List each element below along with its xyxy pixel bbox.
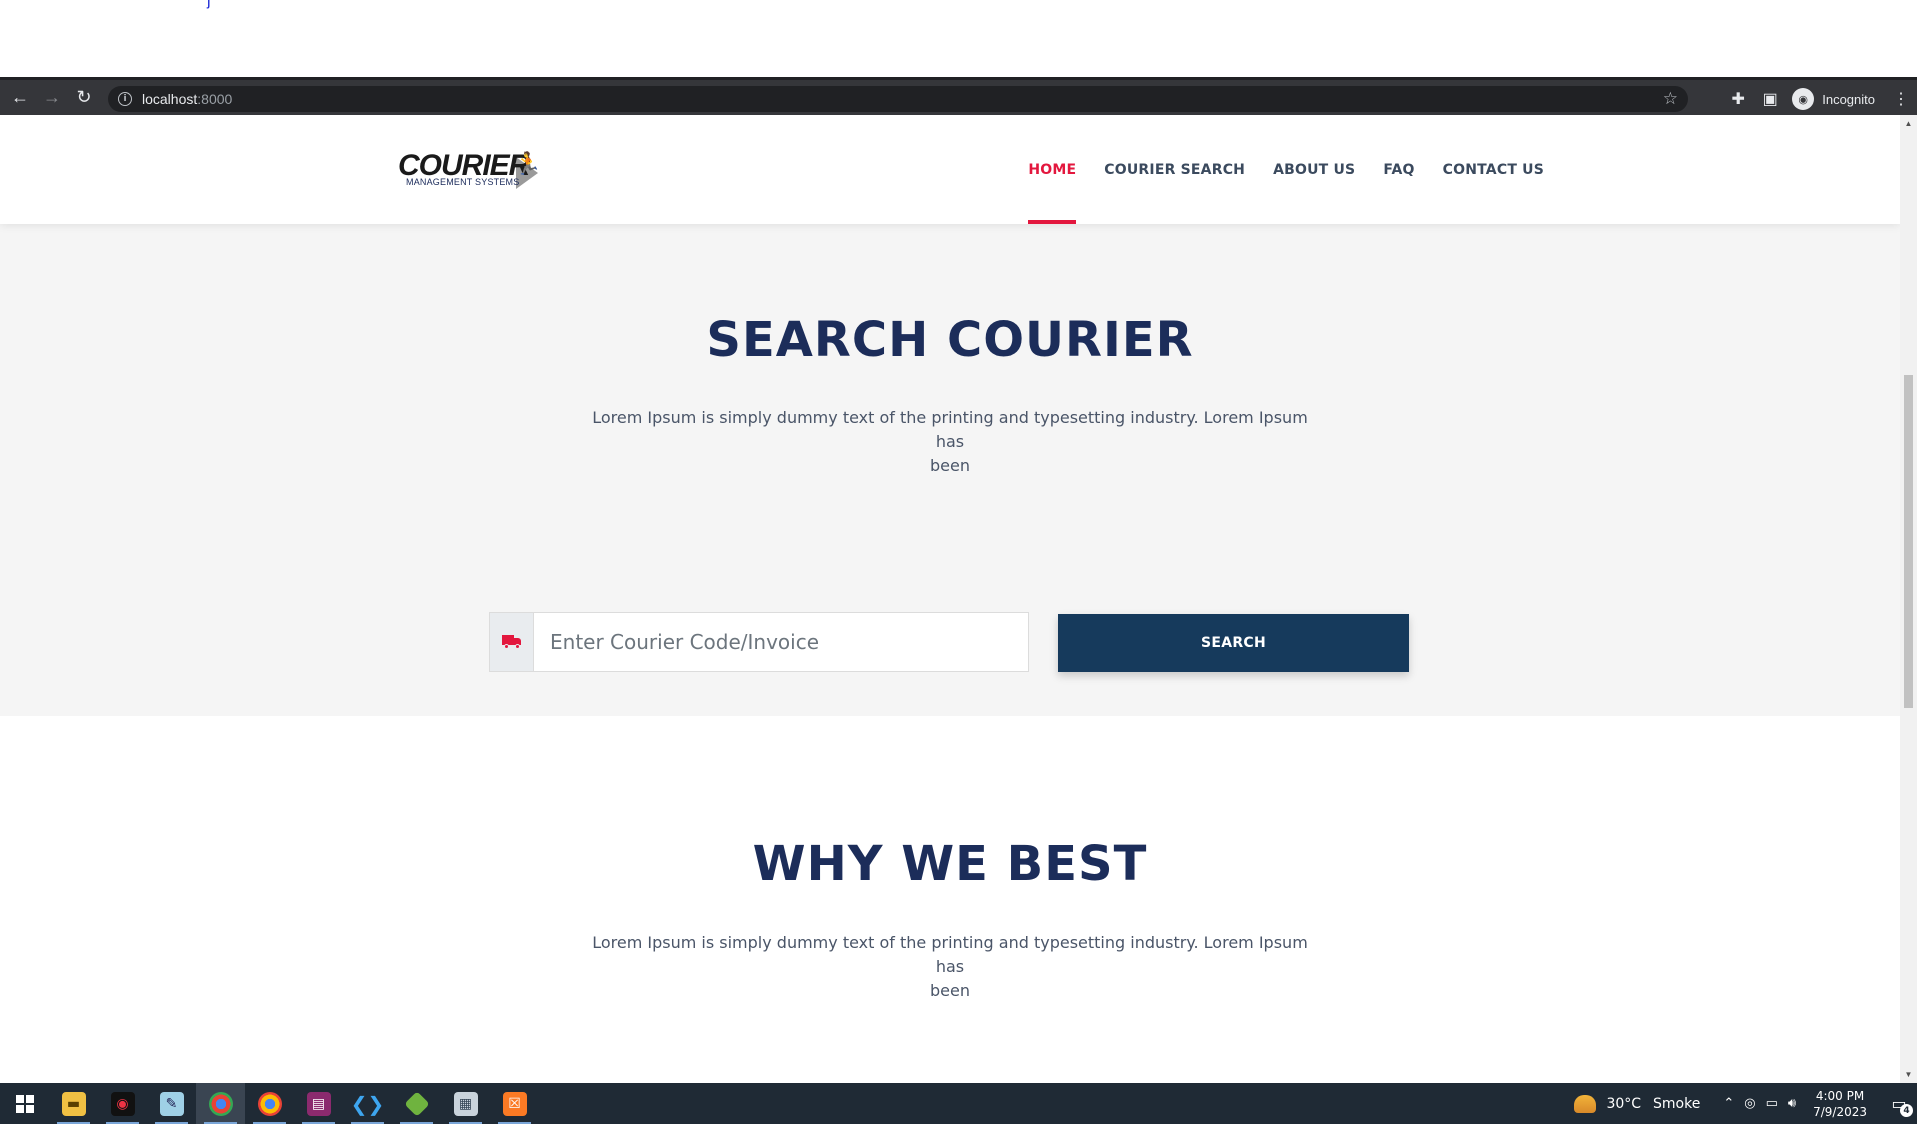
windows-taskbar: ▬ ◉ ✎ ▤ ❮❯ ▦ ☒ 30°C Smoke ⌃ ◎ ▭ 🔊︎ 4:00 … xyxy=(0,1083,1917,1124)
url-port: :8000 xyxy=(197,91,233,107)
weather-widget[interactable]: 30°C Smoke xyxy=(1574,1094,1701,1113)
reload-icon[interactable]: ↻ xyxy=(68,82,100,114)
media-app-icon[interactable]: ◉ xyxy=(98,1083,147,1124)
search-section-title: SEARCH COURIER xyxy=(706,312,1194,368)
file-explorer-icon[interactable]: ▬ xyxy=(49,1083,98,1124)
why-we-best-section: WHY WE BEST Lorem Ipsum is simply dummy … xyxy=(0,716,1900,1083)
address-bar[interactable]: i localhost :8000 ☆ xyxy=(108,86,1688,112)
logo-runner-icon: 🏃 xyxy=(514,151,542,176)
courier-code-input[interactable] xyxy=(534,613,1028,671)
search-button[interactable]: SEARCH xyxy=(1058,614,1409,672)
why-text-line2: been xyxy=(930,981,970,1000)
side-panel-icon[interactable]: ▣ xyxy=(1754,83,1786,115)
weather-temp: 30°C xyxy=(1606,1095,1642,1112)
truck-icon xyxy=(490,613,534,671)
forward-icon[interactable]: → xyxy=(36,82,68,114)
git-icon[interactable] xyxy=(392,1083,441,1124)
incognito-profile[interactable]: ◉ Incognito xyxy=(1792,88,1875,110)
search-text-line1: Lorem Ipsum is simply dummy text of the … xyxy=(592,408,1308,451)
page-viewport: COURIER 🏃 MANAGEMENT SYSTEMS HOME COURIE… xyxy=(0,115,1900,1083)
nav-faq[interactable]: FAQ xyxy=(1383,115,1414,224)
scroll-down-icon[interactable]: ▼ xyxy=(1900,1066,1917,1083)
nav-about-us[interactable]: ABOUT US xyxy=(1273,115,1355,224)
browser-actions: ✚ ▣ ◉ Incognito ⋮ xyxy=(1722,80,1917,118)
meet-icon[interactable]: ◎ xyxy=(1744,1096,1755,1111)
incognito-icon: ◉ xyxy=(1792,88,1815,110)
desktop-top-area: ȷ xyxy=(0,0,1917,77)
url-host: localhost xyxy=(142,91,198,107)
start-icon[interactable] xyxy=(0,1083,49,1124)
search-section-text: Lorem Ipsum is simply dummy text of the … xyxy=(590,406,1310,478)
chevron-up-icon[interactable]: ⌃ xyxy=(1723,1096,1734,1111)
clock[interactable]: 4:00 PM 7/9/2023 xyxy=(1813,1088,1867,1120)
winrar-icon[interactable]: ▤ xyxy=(294,1083,343,1124)
back-icon[interactable]: ← xyxy=(4,82,36,114)
why-text-line1: Lorem Ipsum is simply dummy text of the … xyxy=(592,933,1308,976)
network-icon[interactable]: ▭ xyxy=(1766,1096,1778,1111)
profile-label: Incognito xyxy=(1822,91,1875,107)
weather-icon xyxy=(1574,1094,1597,1113)
main-nav: HOME COURIER SEARCH ABOUT US FAQ CONTACT… xyxy=(1000,115,1544,224)
nav-contact-us[interactable]: CONTACT US xyxy=(1443,115,1544,224)
stray-glyph: ȷ xyxy=(207,0,211,9)
clock-date: 7/9/2023 xyxy=(1813,1104,1867,1119)
menu-icon[interactable]: ⋮ xyxy=(1885,83,1917,115)
extensions-icon[interactable]: ✚ xyxy=(1722,83,1754,115)
site-header: COURIER 🏃 MANAGEMENT SYSTEMS HOME COURIE… xyxy=(0,115,1900,224)
weather-desc: Smoke xyxy=(1653,1095,1701,1112)
chrome-incognito-icon[interactable] xyxy=(245,1083,294,1124)
why-section-title: WHY WE BEST xyxy=(752,836,1148,892)
notepad-icon[interactable]: ✎ xyxy=(147,1083,196,1124)
network-app-icon[interactable]: ▦ xyxy=(441,1083,490,1124)
scroll-up-icon[interactable]: ▲ xyxy=(1900,115,1917,132)
search-courier-section: SEARCH COURIER Lorem Ipsum is simply dum… xyxy=(0,224,1900,716)
courier-search-group xyxy=(489,612,1029,672)
star-icon[interactable]: ☆ xyxy=(1663,89,1678,109)
xampp-icon[interactable]: ☒ xyxy=(490,1083,539,1124)
system-tray: 30°C Smoke ⌃ ◎ ▭ 🔊︎ 4:00 PM 7/9/2023 ▭ 4 xyxy=(1574,1083,1917,1124)
site-logo[interactable]: COURIER 🏃 MANAGEMENT SYSTEMS xyxy=(398,149,548,193)
notification-icon[interactable]: ▭ 4 xyxy=(1881,1083,1917,1124)
chrome-icon[interactable] xyxy=(196,1083,245,1124)
info-icon[interactable]: i xyxy=(118,92,132,106)
logo-subtitle: MANAGEMENT SYSTEMS xyxy=(406,177,520,187)
why-section-text: Lorem Ipsum is simply dummy text of the … xyxy=(590,931,1310,1003)
volume-icon[interactable]: 🔊︎ xyxy=(1788,1096,1796,1111)
screen: ȷ ← → ↻ i localhost :8000 ☆ ✚ ▣ ◉ Incogn… xyxy=(0,0,1917,1124)
scrollbar-thumb[interactable] xyxy=(1904,375,1913,708)
nav-home[interactable]: HOME xyxy=(1028,115,1077,224)
clock-time: 4:00 PM xyxy=(1815,1088,1865,1103)
vscode-icon[interactable]: ❮❯ xyxy=(343,1083,392,1124)
nav-courier-search[interactable]: COURIER SEARCH xyxy=(1104,115,1245,224)
page-scrollbar[interactable]: ▲ ▼ xyxy=(1900,115,1917,1083)
browser-toolbar: ← → ↻ i localhost :8000 ☆ ✚ ▣ ◉ Incognit… xyxy=(0,77,1917,115)
search-text-line2: been xyxy=(930,456,970,475)
notification-badge: 4 xyxy=(1900,1104,1913,1117)
